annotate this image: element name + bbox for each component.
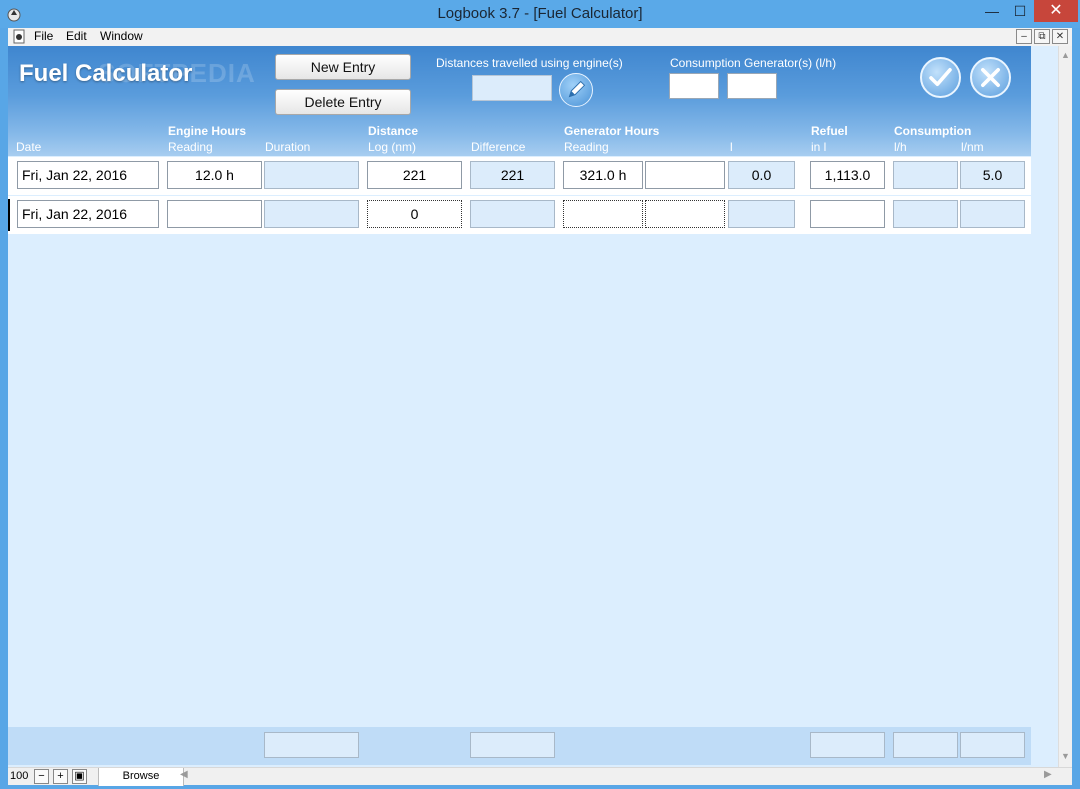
distances-field: [472, 75, 552, 101]
l-field: 0.0: [728, 161, 795, 189]
lh-field: [893, 200, 958, 228]
total-difference-field: [470, 732, 555, 758]
mdi-controls: – ⧉ ✕: [1014, 28, 1068, 46]
status-bar: 100 − + ▣ Browse ◀ ▶: [8, 767, 1072, 786]
table-row: Fri, Jan 22, 2016 0: [8, 196, 1031, 234]
zoom-level: 100: [10, 770, 29, 782]
confirm-button[interactable]: [920, 57, 961, 98]
col-gen-reading: Reading: [564, 140, 609, 154]
col-lh: l/h: [894, 140, 907, 154]
current-row-marker: [8, 199, 10, 231]
refuel-field[interactable]: 1,113.0: [810, 161, 885, 189]
cancel-button[interactable]: [970, 57, 1011, 98]
duration-field: [264, 161, 359, 189]
scroll-up-arrow-icon[interactable]: ▲: [1061, 50, 1070, 60]
col-generator-hours: Generator Hours: [564, 124, 660, 138]
pencil-icon: [568, 80, 586, 98]
status-toggle-icon[interactable]: ▣: [72, 769, 87, 784]
col-engine-reading: Reading: [168, 140, 213, 154]
minimize-button[interactable]: —: [978, 0, 1006, 22]
date-field[interactable]: Fri, Jan 22, 2016: [17, 200, 159, 228]
delete-entry-button[interactable]: Delete Entry: [275, 89, 411, 115]
col-in-l: in l: [811, 140, 827, 154]
lnm-field: [960, 200, 1025, 228]
form-header: SOFTPEDIA Fuel Calculator New Entry Dele…: [8, 46, 1031, 156]
menu-edit[interactable]: Edit: [66, 29, 87, 43]
difference-field: [470, 200, 555, 228]
engine-reading-field[interactable]: 12.0 h: [167, 161, 262, 189]
col-difference: Difference: [471, 140, 526, 154]
scroll-right-arrow-icon[interactable]: ▶: [1044, 769, 1052, 780]
zoom-out-icon[interactable]: −: [34, 769, 49, 784]
total-duration-field: [264, 732, 359, 758]
lh-field: [893, 161, 958, 189]
maximize-button[interactable]: ☐: [1006, 0, 1034, 22]
l-field: [728, 200, 795, 228]
col-engine-hours: Engine Hours: [168, 124, 247, 138]
mdi-restore-button[interactable]: ⧉: [1034, 29, 1050, 44]
menu-window[interactable]: Window: [100, 29, 143, 43]
col-lnm: l/nm: [961, 140, 984, 154]
consumption-generator-label: Consumption Generator(s) (l/h): [670, 56, 837, 70]
gen-duration-field[interactable]: [645, 161, 725, 189]
total-refuel-field: [810, 732, 885, 758]
consumption-generator-field-2[interactable]: [727, 73, 777, 99]
zoom-in-icon[interactable]: +: [53, 769, 68, 784]
duration-field: [264, 200, 359, 228]
edit-pencil-button[interactable]: [559, 73, 593, 107]
refuel-field[interactable]: [810, 200, 885, 228]
x-icon: [981, 68, 1000, 87]
lnm-field: 5.0: [960, 161, 1025, 189]
consumption-generator-field-1[interactable]: [669, 73, 719, 99]
gen-reading-field[interactable]: 321.0 h: [563, 161, 643, 189]
scroll-down-arrow-icon[interactable]: ▼: [1061, 751, 1070, 761]
log-field[interactable]: 221: [367, 161, 462, 189]
close-button[interactable]: ✕: [1034, 0, 1078, 22]
distances-label: Distances travelled using engine(s): [436, 56, 623, 70]
total-lh-field: [893, 732, 958, 758]
date-field[interactable]: Fri, Jan 22, 2016: [17, 161, 159, 189]
col-date: Date: [16, 140, 42, 154]
mdi-close-button[interactable]: ✕: [1052, 29, 1068, 44]
gen-reading-field[interactable]: [563, 200, 643, 228]
gen-duration-field[interactable]: [645, 200, 725, 228]
log-field[interactable]: 0: [367, 200, 462, 228]
checkmark-icon: [929, 68, 952, 87]
col-distance: Distance: [368, 124, 419, 138]
title-bar: Logbook 3.7 - [Fuel Calculator] — ☐ ✕: [0, 0, 1080, 28]
col-duration: Duration: [265, 140, 311, 154]
document-icon[interactable]: [12, 29, 26, 44]
table-row: Fri, Jan 22, 2016 12.0 h 221 221 321.0 h…: [8, 157, 1031, 195]
totals-footer: [8, 727, 1031, 765]
total-lnm-field: [960, 732, 1025, 758]
difference-field: 221: [470, 161, 555, 189]
menu-bar: File Edit Window – ⧉ ✕: [8, 28, 1072, 46]
page-title: Fuel Calculator: [19, 60, 193, 87]
col-log-nm: Log (nm): [368, 140, 417, 154]
col-consumption: Consumption: [894, 124, 972, 138]
col-refuel: Refuel: [811, 124, 848, 138]
window-title: Logbook 3.7 - [Fuel Calculator]: [437, 5, 643, 22]
engine-reading-field[interactable]: [167, 200, 262, 228]
vertical-scrollbar[interactable]: ▲ ▼: [1058, 46, 1072, 767]
mdi-minimize-button[interactable]: –: [1016, 29, 1032, 44]
scroll-left-arrow-icon[interactable]: ◀: [180, 769, 188, 780]
new-entry-button[interactable]: New Entry: [275, 54, 411, 80]
col-l: l: [730, 140, 733, 154]
mode-indicator[interactable]: Browse: [98, 768, 184, 786]
menu-file[interactable]: File: [34, 29, 53, 43]
